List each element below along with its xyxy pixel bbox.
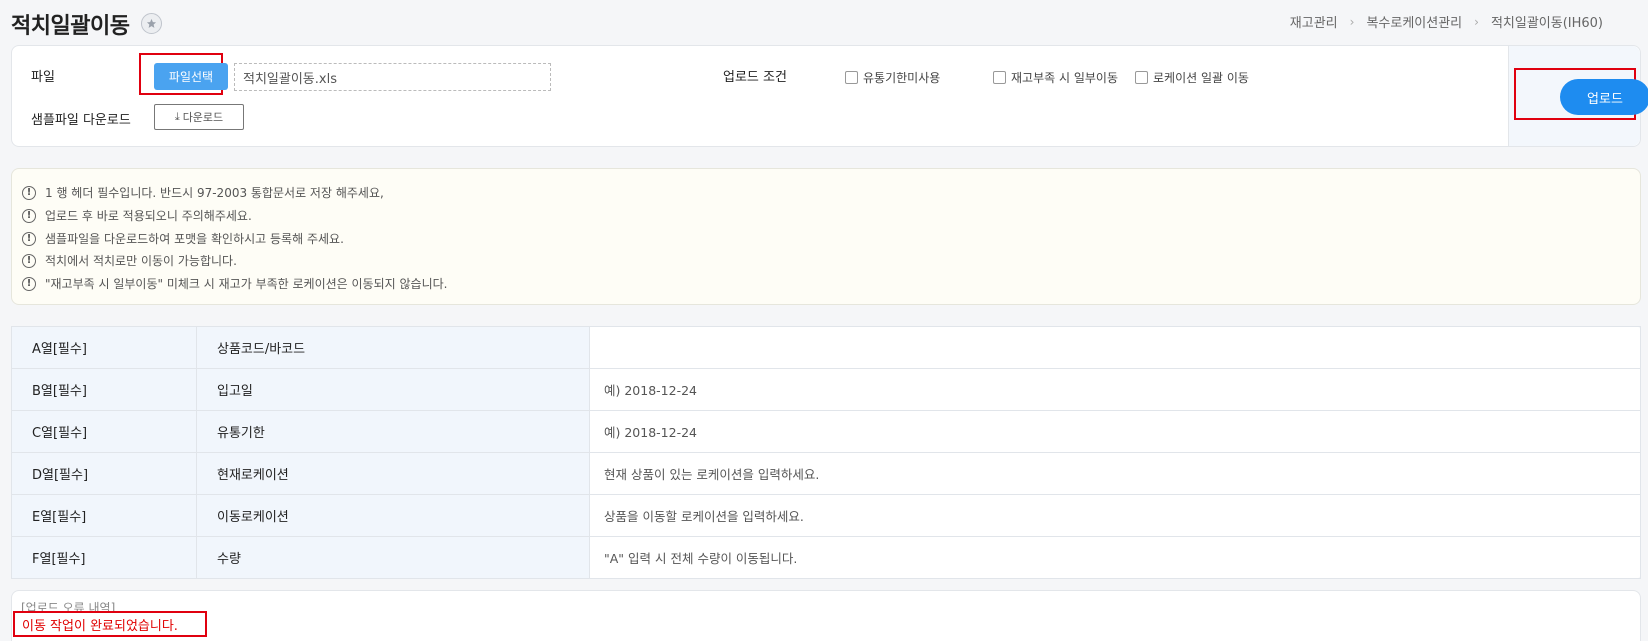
error-log-panel <box>11 590 1641 641</box>
notice-item: ! 적치에서 적치로만 이동이 가능합니다. <box>22 252 237 269</box>
notice-item: ! "재고부족 시 일부이동" 미체크 시 재고가 부족한 로케이션은 이동되지… <box>22 275 447 292</box>
alert-icon: ! <box>22 208 36 223</box>
sample-download-label: 샘플파일 다운로드 <box>31 113 131 128</box>
option-expiry-unused[interactable]: 유통기한미사용 <box>845 69 940 86</box>
breadcrumb: 재고관리 › 복수로케이션관리 › 적치일괄이동(IH60) <box>1290 12 1603 32</box>
table-row: D열[필수] 현재로케이션 현재 상품이 있는 로케이션을 입력하세요. <box>11 452 1641 495</box>
column-letter: A열[필수] <box>11 326 197 369</box>
notice-item: ! 업로드 후 바로 적용되오니 주의해주세요. <box>22 207 252 224</box>
alert-icon: ! <box>22 231 36 246</box>
notice-item: ! 1 행 헤더 필수입니다. 반드시 97-2003 통합문서로 저장 해주세… <box>22 184 384 201</box>
favorite-star-icon[interactable] <box>141 13 162 34</box>
table-row: C열[필수] 유통기한 예) 2018-12-24 <box>11 410 1641 453</box>
column-letter: B열[필수] <box>11 368 197 411</box>
notice-text: "재고부족 시 일부이동" 미체크 시 재고가 부족한 로케이션은 이동되지 않… <box>45 277 448 291</box>
table-row: B열[필수] 입고일 예) 2018-12-24 <box>11 368 1641 411</box>
column-field: 수량 <box>196 536 590 579</box>
download-icon: ⤓ <box>174 110 180 123</box>
option-label: 유통기한미사용 <box>863 71 941 85</box>
page-title: 적치일괄이동 <box>11 14 130 39</box>
column-desc: 현재 상품이 있는 로케이션을 입력하세요. <box>589 452 1641 495</box>
alert-icon: ! <box>22 253 36 268</box>
column-field: 현재로케이션 <box>196 452 590 495</box>
column-desc: 예) 2018-12-24 <box>589 368 1641 411</box>
column-field: 입고일 <box>196 368 590 411</box>
column-letter: C열[필수] <box>11 410 197 453</box>
column-desc: 예) 2018-12-24 <box>589 410 1641 453</box>
column-letter: E열[필수] <box>11 494 197 537</box>
checkbox[interactable] <box>1135 71 1148 84</box>
column-field: 유통기한 <box>196 410 590 453</box>
column-letter: D열[필수] <box>11 452 197 495</box>
breadcrumb-item[interactable]: 적치일괄이동(IH60) <box>1491 12 1603 31</box>
option-partial-move[interactable]: 재고부족 시 일부이동 <box>993 69 1118 86</box>
breadcrumb-item[interactable]: 재고관리 <box>1290 12 1338 31</box>
upload-button[interactable]: 업로드 <box>1560 79 1648 115</box>
option-label: 로케이션 일괄 이동 <box>1153 71 1249 85</box>
chevron-right-icon: › <box>1349 14 1355 29</box>
table-row: E열[필수] 이동로케이션 상품을 이동할 로케이션을 입력하세요. <box>11 494 1641 537</box>
notice-text: 1 행 헤더 필수입니다. 반드시 97-2003 통합문서로 저장 해주세요, <box>45 186 384 200</box>
upload-panel <box>11 45 1641 147</box>
option-location-bulk-move[interactable]: 로케이션 일괄 이동 <box>1135 69 1249 86</box>
column-desc: "A" 입력 시 전체 수량이 이동됩니다. <box>604 551 798 566</box>
download-button-label: 다운로드 <box>182 111 224 124</box>
column-desc: 상품을 이동할 로케이션을 입력하세요. <box>589 494 1641 537</box>
alert-icon: ! <box>22 276 36 291</box>
notice-text: 적치에서 적치로만 이동이 가능합니다. <box>45 254 237 268</box>
column-spec-table: A열[필수] 상품코드/바코드 B열[필수] 입고일 예) 2018-12-24… <box>11 326 1641 579</box>
notice-text: 업로드 후 바로 적용되오니 주의해주세요. <box>45 209 252 223</box>
file-select-button[interactable]: 파일선택 <box>154 63 228 90</box>
breadcrumb-item[interactable]: 복수로케이션관리 <box>1366 12 1462 31</box>
table-row: A열[필수] 상품코드/바코드 <box>11 326 1641 369</box>
checkbox[interactable] <box>993 71 1006 84</box>
column-field: 상품코드/바코드 <box>196 326 590 369</box>
notice-text: 샘플파일을 다운로드하여 포맷을 확인하시고 등록해 주세요. <box>45 232 344 246</box>
column-letter: F열[필수] <box>11 536 197 579</box>
notice-item: ! 샘플파일을 다운로드하여 포맷을 확인하시고 등록해 주세요. <box>22 230 344 247</box>
table-row: F열[필수] 수량 "A" 입력 시 전체 수량이 이동됩니다. <box>11 536 1641 579</box>
option-label: 재고부족 시 일부이동 <box>1011 71 1118 85</box>
file-name-field[interactable]: 적치일괄이동.xls <box>234 63 551 91</box>
file-label: 파일 <box>31 70 55 85</box>
result-message: 이동 작업이 완료되었습니다. <box>13 611 207 637</box>
upload-condition-label: 업로드 조건 <box>723 70 787 85</box>
column-desc <box>589 326 1641 369</box>
alert-icon: ! <box>22 185 36 200</box>
chevron-right-icon: › <box>1474 14 1479 29</box>
sample-download-button[interactable]: ⤓ 다운로드 <box>154 104 244 130</box>
checkbox[interactable] <box>845 71 858 84</box>
column-field: 이동로케이션 <box>196 494 590 537</box>
